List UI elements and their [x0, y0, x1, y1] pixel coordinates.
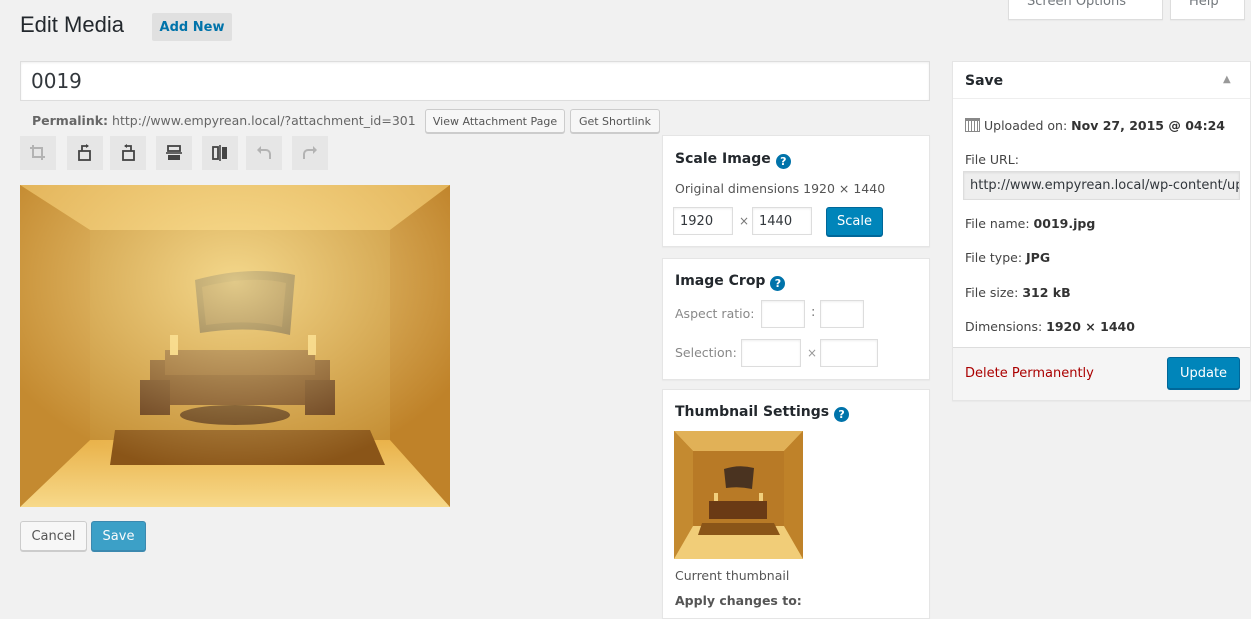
file-size-row: File size: 312 kB: [965, 285, 1071, 300]
thumbnail-settings-title: Thumbnail Settings?: [675, 404, 850, 422]
scale-height-input[interactable]: 1440: [752, 207, 812, 235]
file-name-value: 0019.jpg: [1033, 216, 1096, 231]
dimensions-label: Dimensions:: [965, 319, 1043, 334]
scale-width-input[interactable]: 1920: [673, 207, 733, 235]
selection-label: Selection:: [675, 345, 737, 360]
aspect-ratio-width-input[interactable]: [761, 300, 805, 328]
dimensions-row: Dimensions: 1920 × 1440: [965, 319, 1135, 334]
help-tab[interactable]: Help: [1170, 0, 1245, 20]
rotate-left-icon[interactable]: [67, 136, 103, 170]
thumbnail-settings-panel: Thumbnail Settings? Current thumbnail Ap…: [662, 389, 930, 619]
flip-vertical-icon[interactable]: [156, 136, 192, 170]
cancel-button[interactable]: Cancel: [20, 521, 87, 551]
current-thumbnail-image: [674, 431, 803, 559]
view-attachment-page-button[interactable]: View Attachment Page: [425, 109, 565, 133]
screen-options-label: Screen Options: [1027, 0, 1126, 9]
save-box-header[interactable]: Save ▲: [953, 62, 1250, 99]
flip-horizontal-icon[interactable]: [202, 136, 238, 170]
calendar-icon: [965, 118, 980, 132]
help-icon[interactable]: ?: [834, 407, 850, 422]
permalink-url[interactable]: http://www.empyrean.local/?attachment_id…: [112, 113, 416, 128]
add-new-button[interactable]: Add New: [152, 13, 232, 41]
file-url-label: File URL:: [965, 152, 1019, 167]
current-thumbnail-label: Current thumbnail: [675, 568, 790, 583]
save-box-title: Save: [965, 73, 1004, 89]
original-dimensions: Original dimensions 1920 × 1440: [675, 181, 886, 196]
file-name-row: File name: 0019.jpg: [965, 216, 1095, 231]
help-icon[interactable]: ?: [775, 154, 791, 169]
uploaded-on-label: Uploaded on:: [984, 118, 1068, 133]
apply-changes-label: Apply changes to:: [675, 593, 802, 608]
collapse-arrow-icon[interactable]: ▲: [1223, 74, 1231, 85]
aspect-ratio-label: Aspect ratio:: [675, 306, 755, 321]
selection-width-input[interactable]: [741, 339, 801, 367]
file-type-value: JPG: [1026, 250, 1051, 265]
image-crop-panel: Image Crop? Aspect ratio: : Selection: ×: [662, 258, 930, 380]
uploaded-on-value: Nov 27, 2015 @ 04:24: [1071, 118, 1225, 133]
aspect-ratio-height-input[interactable]: [820, 300, 864, 328]
title-input[interactable]: 0019: [20, 61, 930, 101]
file-type-row: File type: JPG: [965, 250, 1050, 265]
file-url-input[interactable]: http://www.empyrean.local/wp-content/upl…: [963, 171, 1240, 200]
update-button[interactable]: Update: [1167, 357, 1240, 389]
screen-options-tab[interactable]: Screen Options: [1008, 0, 1163, 20]
page-title: Edit Media: [20, 12, 124, 37]
rotate-right-icon[interactable]: [110, 136, 146, 170]
scale-button[interactable]: Scale: [826, 207, 883, 236]
major-publishing-actions: Delete Permanently Update: [953, 347, 1250, 400]
scale-image-title: Scale Image?: [675, 151, 791, 169]
help-label: Help: [1189, 0, 1219, 9]
file-size-value: 312 kB: [1022, 285, 1071, 300]
redo-icon[interactable]: [292, 136, 328, 170]
uploaded-on-row: Uploaded on: Nov 27, 2015 @ 04:24: [965, 118, 1225, 133]
save-meta-box: Save ▲ Uploaded on: Nov 27, 2015 @ 04:24…: [952, 61, 1251, 401]
save-edit-button[interactable]: Save: [91, 521, 146, 551]
permalink-label: Permalink:: [32, 113, 109, 128]
file-type-label: File type:: [965, 250, 1023, 265]
crop-icon[interactable]: [20, 136, 56, 170]
times-sign: ×: [739, 214, 750, 228]
media-image[interactable]: [20, 185, 450, 507]
image-crop-title: Image Crop?: [675, 273, 786, 291]
scale-image-panel: Scale Image? Original dimensions 1920 × …: [662, 135, 930, 247]
permalink-row: Permalink: http://www.empyrean.local/?at…: [32, 113, 416, 128]
colon-sign: :: [811, 305, 816, 320]
help-icon[interactable]: ?: [770, 276, 786, 291]
delete-permanently-link[interactable]: Delete Permanently: [965, 366, 1094, 381]
selection-height-input[interactable]: [820, 339, 878, 367]
file-size-label: File size:: [965, 285, 1019, 300]
dimensions-value: 1920 × 1440: [1046, 319, 1135, 334]
undo-icon[interactable]: [246, 136, 282, 170]
get-shortlink-button[interactable]: Get Shortlink: [570, 109, 660, 133]
file-name-label: File name:: [965, 216, 1030, 231]
times-sign: ×: [807, 346, 818, 360]
